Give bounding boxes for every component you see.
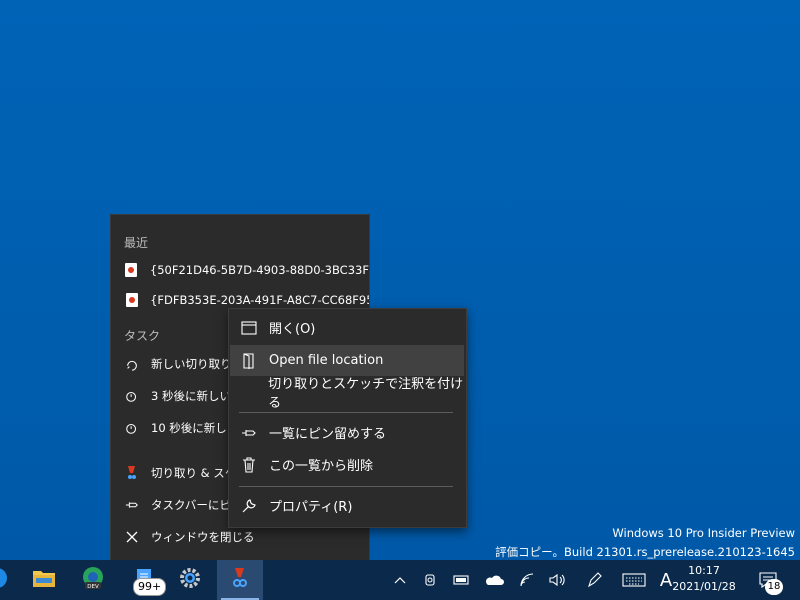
- clock-time: 10:17: [688, 564, 720, 577]
- timer-3-icon: [125, 389, 139, 403]
- menu-item-remove[interactable]: この一覧から削除: [230, 449, 464, 480]
- onedrive-icon[interactable]: [483, 560, 505, 600]
- blank-icon: [241, 384, 256, 400]
- watermark-line1: Windows 10 Pro Insider Preview: [612, 526, 795, 540]
- menu-item-label: プロパティ(R): [269, 500, 353, 515]
- close-icon: [125, 530, 139, 544]
- menu-item-properties[interactable]: プロパティ(R): [230, 490, 464, 521]
- taskbar: DEV A 10:17 2021/01/28: [0, 560, 800, 600]
- volume-icon[interactable]: [548, 560, 568, 600]
- chevron-up-icon[interactable]: [390, 560, 410, 600]
- wrench-icon: [241, 498, 257, 514]
- recent-header: 最近: [124, 236, 149, 250]
- meet-now-icon[interactable]: [421, 560, 441, 600]
- notification-count: 18: [765, 579, 783, 595]
- snip-sketch-button[interactable]: [217, 560, 263, 600]
- snip-file-icon: [125, 263, 138, 277]
- badge-count: 99+: [133, 578, 167, 596]
- edge-dev-icon: DEV: [80, 565, 106, 595]
- menu-item-label: 一覧にピン留めする: [269, 427, 387, 442]
- snip-sketch-app-icon: [125, 466, 139, 480]
- snip-file-icon: [125, 293, 138, 307]
- timer-10-icon: [125, 421, 139, 435]
- pin-icon: [241, 425, 257, 441]
- menu-item-pin[interactable]: 一覧にピン留めする: [230, 417, 464, 448]
- battery-icon[interactable]: [452, 560, 472, 600]
- menu-item-label: 切り取りとスケッチで注釈を付ける: [268, 376, 464, 411]
- menu-item-open[interactable]: 開く(O): [230, 312, 464, 343]
- network-icon[interactable]: [517, 560, 537, 600]
- window-icon: [241, 320, 257, 336]
- menu-item-annotate[interactable]: 切り取りとスケッチで注釈を付ける: [230, 376, 464, 411]
- pin-icon: [125, 498, 139, 512]
- new-snip-icon: [125, 357, 139, 371]
- snip-sketch-app-icon: [230, 566, 250, 594]
- keyboard-icon[interactable]: [620, 560, 648, 600]
- menu-separator: [239, 486, 453, 487]
- menu-item-label: この一覧から削除: [269, 459, 374, 474]
- menu-item-label: Open file location: [269, 353, 384, 368]
- task-item-label: 3 秒後に新しい: [151, 389, 231, 403]
- gear-icon: [179, 567, 201, 593]
- edge-stable-button[interactable]: [0, 560, 20, 600]
- edge-icon: [0, 566, 9, 594]
- app-item-label: ウィンドウを閉じる: [151, 530, 255, 544]
- folder-icon: [241, 352, 257, 369]
- recent-item[interactable]: {50F21D46-5B7D-4903-88D0-3BC33F5...: [111, 255, 369, 285]
- recent-item-label: {50F21D46-5B7D-4903-88D0-3BC33F5...: [149, 263, 369, 277]
- watermark-line2: 評価コピー。Build 21301.rs_prerelease.210123-1…: [495, 545, 795, 559]
- svg-text:DEV: DEV: [87, 584, 99, 590]
- menu-item-open-file-location[interactable]: Open file location: [230, 345, 464, 376]
- folder-icon: [32, 568, 56, 592]
- edge-dev-button[interactable]: DEV: [70, 560, 116, 600]
- menu-item-label: 開く(O): [269, 322, 316, 337]
- file-explorer-button[interactable]: [21, 560, 67, 600]
- menu-separator: [239, 412, 453, 413]
- context-menu: 開く(O) Open file location 切り取りとスケッチで注釈を付け…: [228, 308, 467, 528]
- tasks-header: タスク: [124, 329, 161, 343]
- settings-button[interactable]: [167, 560, 213, 600]
- pen-icon[interactable]: [584, 560, 606, 600]
- clock[interactable]: 10:17 2021/01/28: [672, 563, 736, 595]
- trash-icon: [241, 456, 257, 473]
- recent-item-label: {FDFB353E-203A-491F-A8C7-CC68F95...: [150, 293, 369, 307]
- task-item-label: 新しい切り取り: [151, 357, 232, 371]
- clock-date: 2021/01/28: [672, 580, 736, 593]
- task-item-label: 10 秒後に新しい: [151, 421, 239, 435]
